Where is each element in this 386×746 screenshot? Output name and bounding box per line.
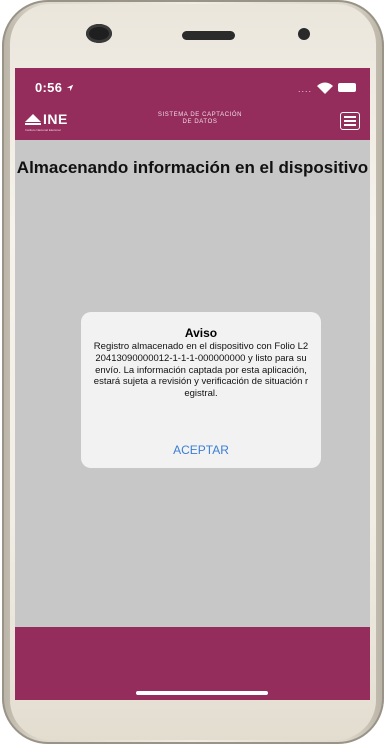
location-arrow-icon [66, 84, 74, 92]
app-header: INE Instituto Nacional Electoral SISTEMA… [15, 104, 370, 140]
device-screen: 0:56 .... INE Instituto Nacional Elector… [15, 68, 370, 700]
accept-button[interactable]: ACEPTAR [81, 443, 321, 457]
hamburger-menu-icon[interactable] [340, 112, 360, 130]
logo-text: INE [43, 111, 68, 127]
status-time: 0:56 [35, 80, 74, 95]
ine-logo: INE Instituto Nacional Electoral [25, 111, 81, 135]
speaker-grille [182, 31, 235, 40]
app-title-line2: DE DATOS [182, 119, 218, 125]
dialog-title: Aviso [184, 326, 218, 340]
front-camera-icon [86, 24, 112, 43]
bottom-bar [15, 627, 370, 700]
status-bar: 0:56 .... [15, 68, 370, 104]
wifi-icon [317, 82, 333, 94]
page-title: Almacenando información en el dispositiv… [16, 158, 369, 177]
alert-dialog: Aviso Registro almacenado en el disposit… [81, 312, 321, 468]
dialog-message: Registro almacenado en el dispositivo co… [93, 341, 309, 400]
logo-subtext: Instituto Nacional Electoral [25, 128, 61, 132]
ine-logo-icon [25, 114, 41, 125]
sensor-icon [298, 28, 310, 40]
home-indicator[interactable] [136, 691, 268, 695]
signal-dots: .... [297, 84, 312, 94]
app-title: SISTEMA DE CAPTACIÓN DE DATOS [125, 112, 275, 126]
app-title-line1: SISTEMA DE CAPTACIÓN [157, 112, 243, 118]
battery-icon [338, 83, 356, 92]
